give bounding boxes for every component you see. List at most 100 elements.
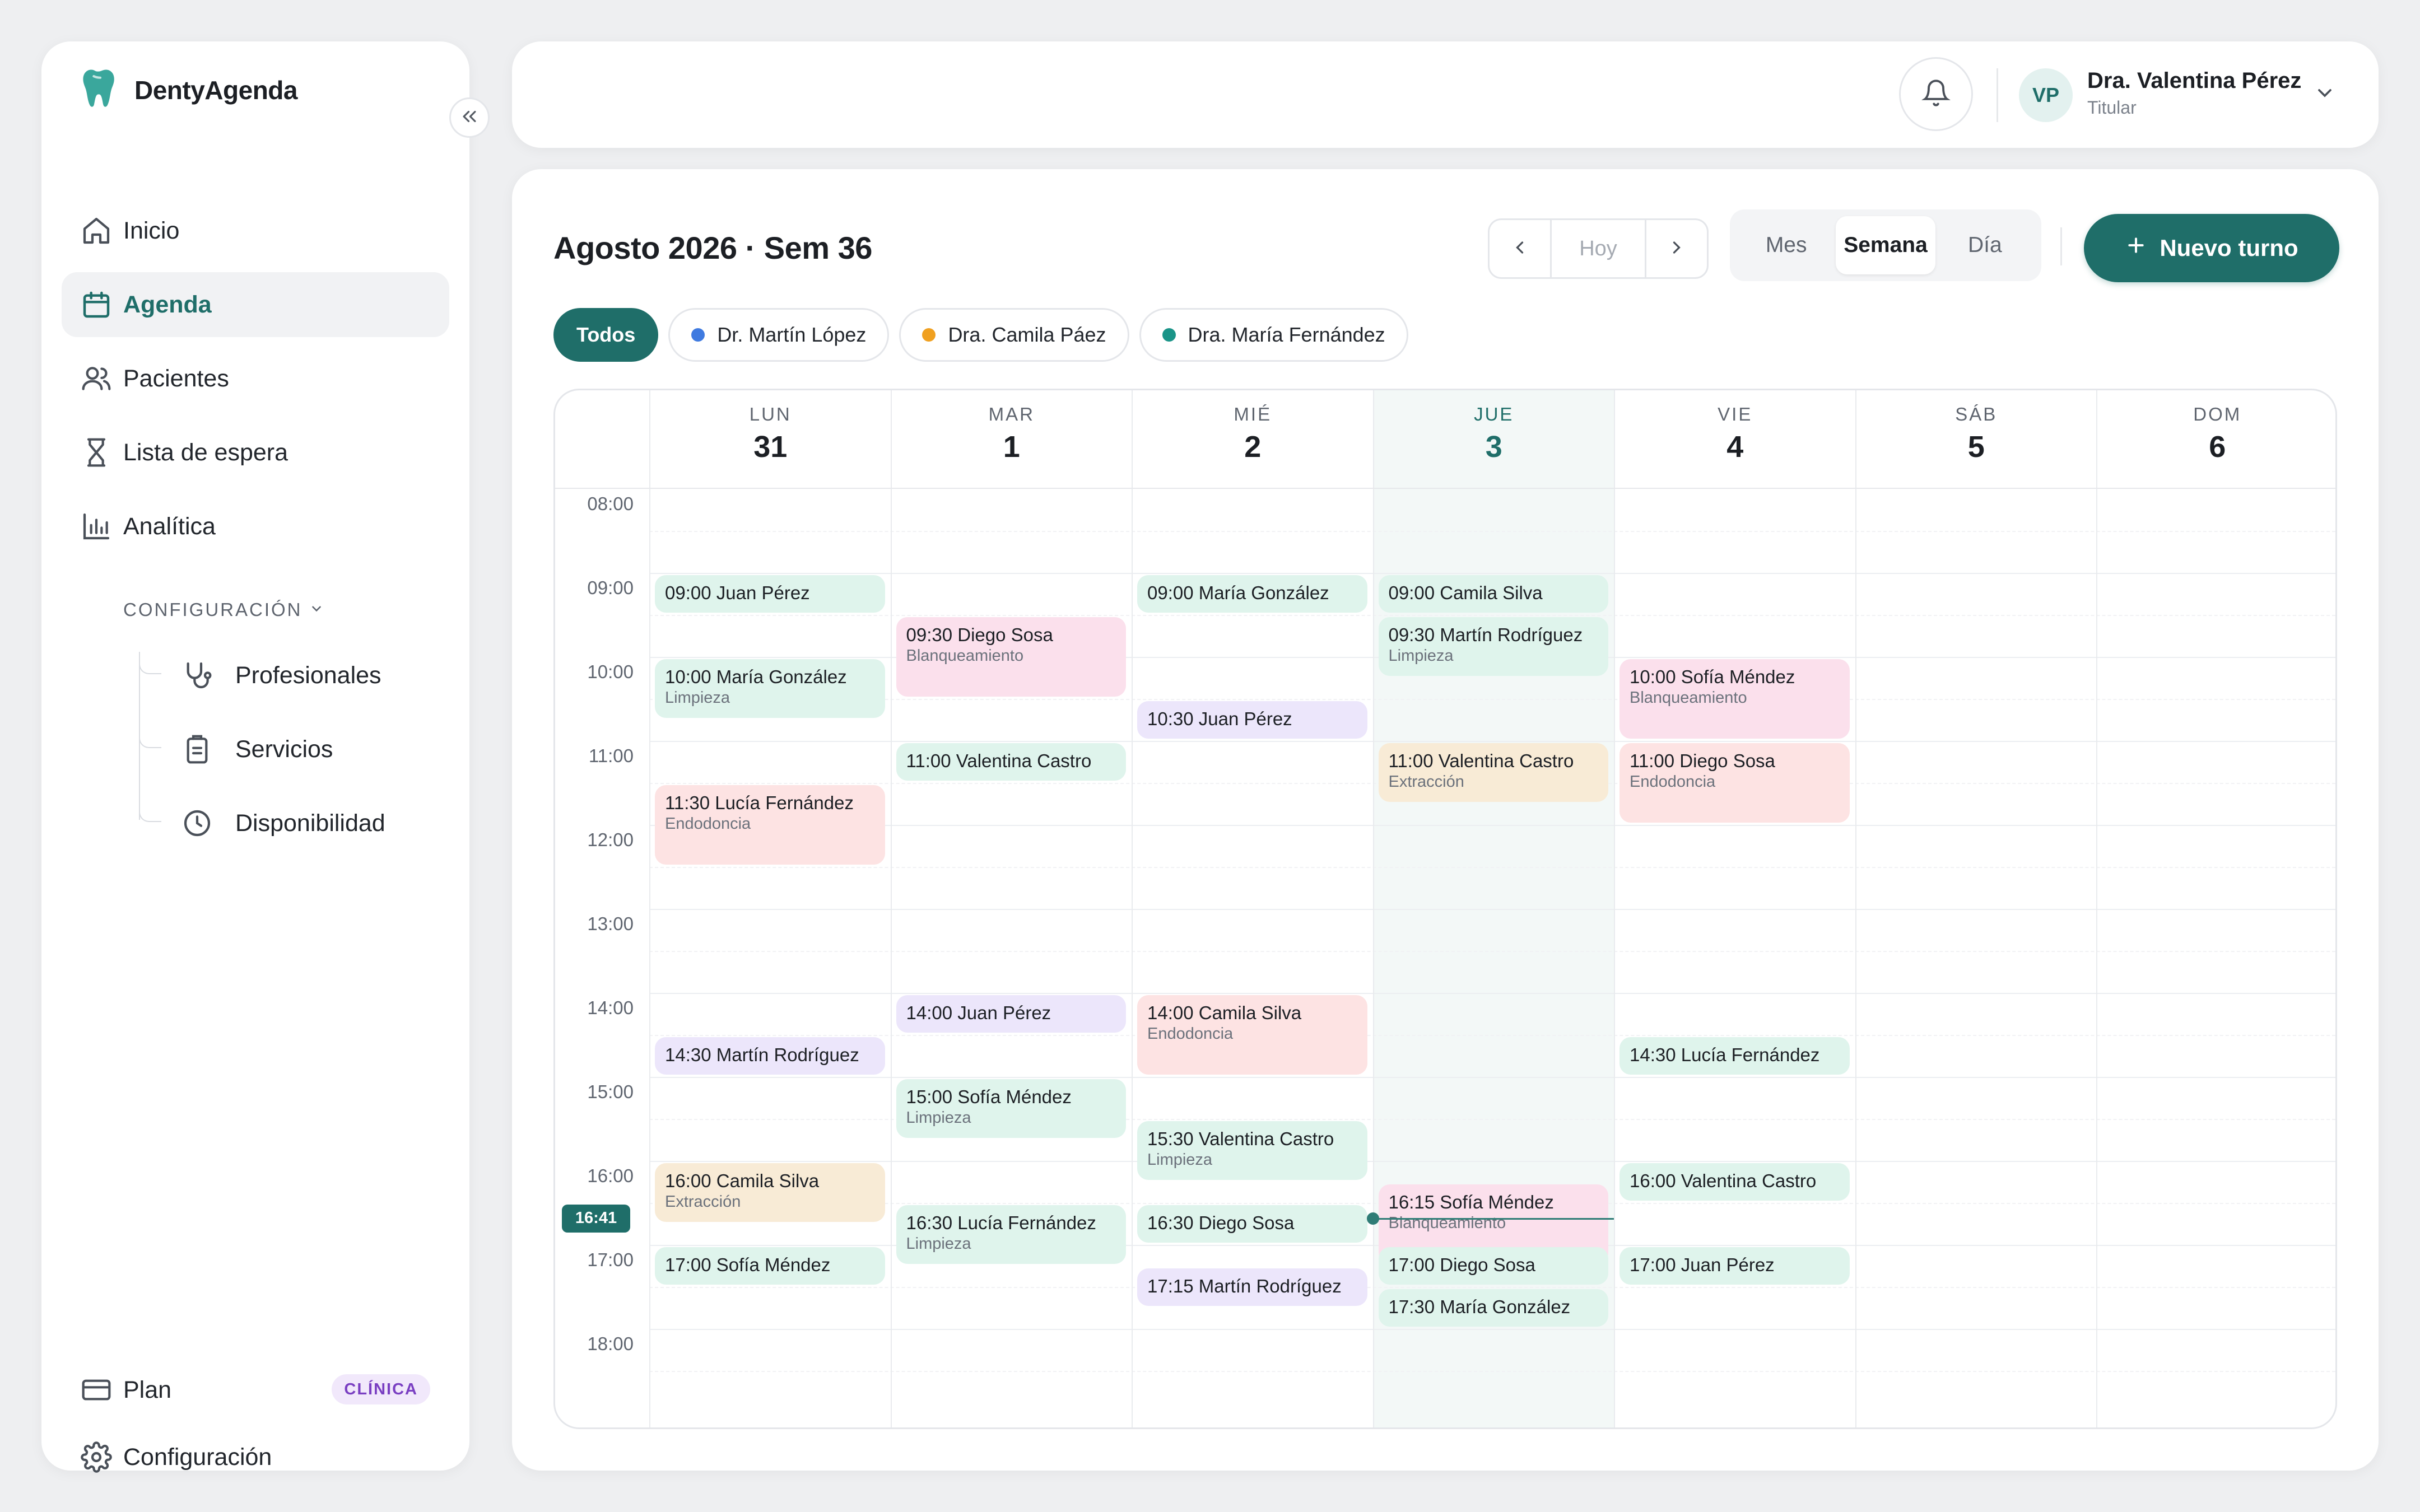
nav-item-pacientes[interactable]: Pacientes [62,346,449,411]
appointment-title: 09:00 Camila Silva [1388,582,1543,603]
appointment-service: Limpieza [1147,1151,1213,1169]
new-appointment-button[interactable]: Nuevo turno [2084,214,2339,282]
user-name[interactable]: Dra. Valentina Pérez [2087,68,2301,94]
appointment-card[interactable]: 11:00 Valentina Castro Extracción [1378,743,1608,802]
column-divider [2096,390,2097,1427]
appointment-card[interactable]: 14:00 Camila Silva Endodoncia [1137,995,1367,1075]
appointment-card[interactable]: 17:00 Sofía Méndez [655,1247,885,1285]
appointment-service: Extracción [1388,773,1464,791]
appointment-card[interactable]: 17:00 Juan Pérez [1619,1247,1850,1285]
tree-branch [139,800,161,822]
nav-item-agenda[interactable]: Agenda [62,272,449,337]
brand[interactable]: DentyAgenda [81,67,297,113]
hour-gridline [649,1077,2335,1078]
appointment-card[interactable]: 10:30 Juan Pérez [1137,701,1367,739]
week-calendar: 08:00 09:00 10:00 11:00 12:00 13:00 14:00 15:00… [553,389,2337,1429]
appointment-card[interactable]: 17:15 Martín Rodríguez [1137,1268,1367,1306]
day-number: 6 [2209,430,2226,464]
collapse-sidebar-button[interactable] [449,97,490,138]
appointment-card[interactable]: 15:30 Valentina Castro Limpieza [1137,1121,1367,1180]
config-item-profesionales[interactable]: Profesionales [182,647,473,703]
config-section-toggle[interactable]: CONFIGURACIÓN [123,599,324,620]
appointment-service: Limpieza [1388,647,1454,665]
view-mes[interactable]: Mes [1737,216,1836,274]
nav-item-lista-espera[interactable]: Lista de espera [62,420,449,485]
appointment-card[interactable]: 15:00 Sofía Méndez Limpieza [896,1079,1126,1138]
header-divider [555,488,2335,489]
nav-label: Pacientes [123,365,229,392]
day-number: 3 [1485,430,1502,464]
view-dia[interactable]: Día [1935,216,2035,274]
appointment-card[interactable]: 09:00 Camila Silva [1378,575,1608,613]
appointment-card[interactable]: 10:00 María González Limpieza [655,659,885,718]
hour-gridline [649,1161,2335,1162]
appointment-title: 17:00 Diego Sosa [1388,1254,1535,1275]
filter-maria-fernandez[interactable]: Dra. María Fernández [1139,308,1408,362]
prev-week-button[interactable] [1490,220,1550,277]
appointment-title: 14:00 Juan Pérez [906,1002,1051,1023]
appointment-card[interactable]: 14:30 Lucía Fernández [1619,1037,1850,1075]
day-header[interactable]: LUN 31 [649,390,891,489]
hour-gridline [649,741,2335,742]
appointment-title: 09:00 María González [1147,582,1329,603]
filter-martin-lopez[interactable]: Dr. Martín López [668,308,890,362]
plus-icon [2125,234,2147,262]
filter-label: Dra. María Fernández [1188,323,1385,346]
view-semana[interactable]: Semana [1836,216,1935,274]
appointment-card[interactable]: 09:00 María González [1137,575,1367,613]
tree-branch [139,726,161,748]
appointment-card[interactable]: 16:00 Camila Silva Extracción [655,1163,885,1222]
appointment-service: Extracción [665,1193,741,1211]
day-header[interactable]: MAR 1 [890,390,1132,489]
appointment-card[interactable]: 11:00 Valentina Castro [896,743,1126,781]
appointment-card[interactable]: 11:30 Lucía Fernández Endodoncia [655,785,885,865]
appointment-card[interactable]: 09:30 Diego Sosa Blanqueamiento [896,617,1126,697]
appointment-card[interactable]: 10:00 Sofía Méndez Blanqueamiento [1619,659,1850,739]
appointment-card[interactable]: 14:30 Martín Rodríguez [655,1037,885,1075]
time-label: 08:00 [587,493,634,514]
appointment-card[interactable]: 11:00 Diego Sosa Endodoncia [1619,743,1850,823]
appointment-card[interactable]: 17:00 Diego Sosa [1378,1247,1608,1285]
appointment-card[interactable]: 16:30 Diego Sosa [1137,1205,1367,1243]
config-item-servicios[interactable]: Servicios [182,721,473,777]
today-button[interactable]: Hoy [1550,220,1646,277]
next-week-button[interactable] [1646,220,1707,277]
day-number: 5 [1967,430,1985,464]
stethoscope-icon [182,660,213,691]
appointment-title: 10:30 Juan Pérez [1147,708,1292,729]
nav-item-analitica[interactable]: Analítica [62,494,449,559]
appointment-service: Endodoncia [665,815,751,833]
config-item-disponibilidad[interactable]: Disponibilidad [182,795,473,851]
bar-chart-icon [81,511,112,542]
appointment-card[interactable]: 16:30 Lucía Fernández Limpieza [896,1205,1126,1264]
appointment-service: Limpieza [906,1109,971,1127]
color-dot [1162,328,1176,342]
day-number: 31 [753,430,788,464]
appointment-title: 11:00 Valentina Castro [906,750,1092,771]
appointment-card[interactable]: 09:30 Martín Rodríguez Limpieza [1378,617,1608,676]
time-label: 16:00 [587,1165,634,1186]
notifications-button[interactable] [1899,57,1973,131]
day-header[interactable]: MIÉ 2 [1132,390,1373,489]
day-header[interactable]: DOM 6 [2096,390,2335,489]
appointment-card[interactable]: 14:00 Juan Pérez [896,995,1126,1033]
filter-camila-paez[interactable]: Dra. Camila Páez [899,308,1129,362]
nav-item-configuracion[interactable]: Configuración [62,1425,449,1490]
avatar[interactable]: VP [2019,68,2073,122]
clipboard-icon [182,734,213,765]
nav-item-inicio[interactable]: Inicio [62,198,449,263]
user-menu-chevron-icon[interactable] [2314,82,2336,107]
day-of-week: JUE [1474,404,1514,424]
day-header[interactable]: SÁB 5 [1855,390,2097,489]
date-navigation: Hoy [1488,218,1709,279]
appointment-title: 16:00 Camila Silva [665,1170,820,1191]
filter-todos[interactable]: Todos [553,308,659,362]
day-number: 2 [1244,430,1262,464]
topbar: VP Dra. Valentina Pérez Titular [512,41,2379,148]
half-hour-gridline [649,615,2335,616]
appointment-card[interactable]: 09:00 Juan Pérez [655,575,885,613]
appointment-card[interactable]: 17:30 María González [1378,1289,1608,1327]
day-header[interactable]: JUE 3 [1372,390,1614,489]
day-header[interactable]: VIE 4 [1614,390,1855,489]
appointment-card[interactable]: 16:00 Valentina Castro [1619,1163,1850,1201]
